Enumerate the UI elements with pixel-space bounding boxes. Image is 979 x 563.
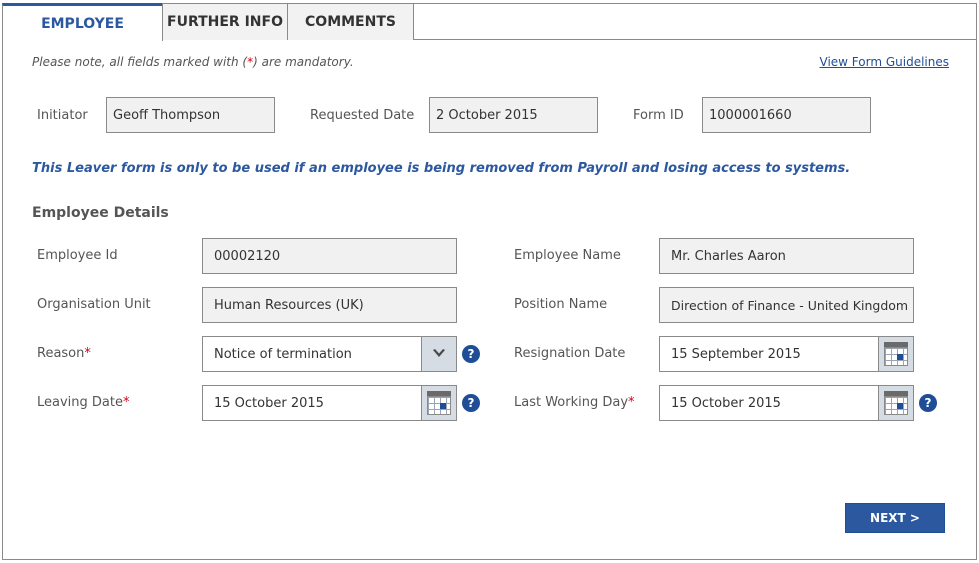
initiator-label: Initiator [37, 108, 88, 123]
view-guidelines-link[interactable]: View Form Guidelines [820, 55, 949, 69]
reason-dropdown-toggle[interactable] [421, 336, 457, 372]
employee-id-field[interactable]: 00002120 [202, 238, 457, 274]
next-button[interactable]: NEXT > [845, 503, 945, 533]
mandatory-note: Please note, all fields marked with (*) … [32, 55, 354, 69]
form-id-field[interactable]: 1000001660 [702, 97, 871, 133]
employee-id-label: Employee Id [37, 248, 118, 263]
tab-comments[interactable]: COMMENTS [287, 3, 414, 40]
initiator-field[interactable]: Geoff Thompson [106, 97, 275, 133]
reason-select[interactable]: Notice of termination [202, 336, 457, 372]
leaving-date-label: Leaving Date* [37, 395, 130, 410]
resignation-date-label: Resignation Date [514, 346, 626, 361]
tab-employee-label: EMPLOYEE [41, 15, 124, 32]
tab-further-info[interactable]: FURTHER INFO [162, 3, 288, 40]
reason-label: Reason* [37, 346, 91, 361]
calendar-icon [427, 391, 451, 415]
org-unit-label: Organisation Unit [37, 297, 151, 312]
employee-name-label: Employee Name [514, 248, 621, 263]
leaving-date-field[interactable]: 15 October 2015 [202, 385, 457, 421]
requested-date-label: Requested Date [310, 108, 415, 123]
tab-employee[interactable]: EMPLOYEE [2, 3, 163, 41]
tab-comments-label: COMMENTS [305, 14, 396, 30]
last-working-day-picker[interactable] [878, 385, 914, 421]
resignation-date-picker[interactable] [878, 336, 914, 372]
requested-date-field[interactable]: 2 October 2015 [429, 97, 598, 133]
resignation-date-field[interactable]: 15 September 2015 [659, 336, 914, 372]
position-name-field[interactable]: Direction of Finance - United Kingdom [659, 287, 914, 323]
reason-help-icon[interactable]: ? [462, 345, 480, 363]
last-working-day-help-icon[interactable]: ? [919, 394, 937, 412]
tab-further-info-label: FURTHER INFO [167, 14, 283, 30]
form-id-label: Form ID [633, 108, 684, 123]
leaving-date-help-icon[interactable]: ? [462, 394, 480, 412]
calendar-icon [884, 391, 908, 415]
org-unit-field[interactable]: Human Resources (UK) [202, 287, 457, 323]
leaving-date-picker[interactable] [421, 385, 457, 421]
chevron-down-icon [433, 349, 445, 357]
last-working-day-label: Last Working Day* [514, 395, 635, 410]
section-title: Employee Details [32, 205, 169, 221]
calendar-icon [884, 342, 908, 366]
tabs-divider [414, 39, 977, 40]
position-name-label: Position Name [514, 297, 608, 312]
employee-name-field[interactable]: Mr. Charles Aaron [659, 238, 914, 274]
leaver-info-text: This Leaver form is only to be used if a… [32, 161, 851, 176]
last-working-day-field[interactable]: 15 October 2015 [659, 385, 914, 421]
form-frame [2, 3, 977, 560]
